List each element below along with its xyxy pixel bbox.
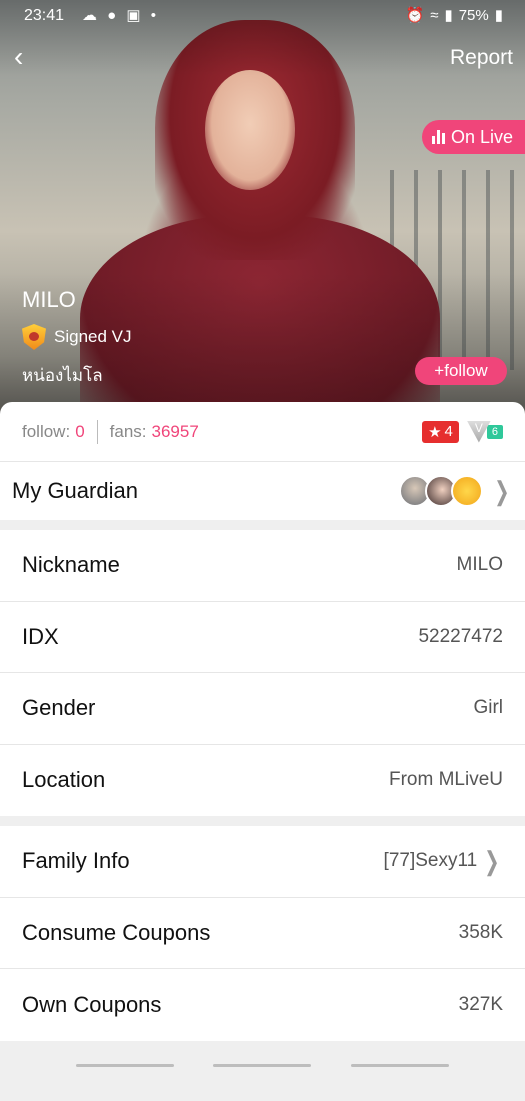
location-value: From MLiveU	[389, 769, 503, 791]
gender-value: Girl	[473, 697, 503, 719]
avatar	[451, 475, 483, 507]
cover-figure-face	[205, 70, 295, 190]
nav-back-handle[interactable]	[351, 1064, 449, 1067]
notification-icons: ☁ ● ▣ •	[82, 6, 159, 24]
section-divider	[0, 520, 525, 530]
idx-row: IDX 52227472	[0, 602, 525, 674]
user-level-value: 4	[445, 423, 453, 440]
vip-badge: V 6	[467, 421, 503, 443]
background-railing	[390, 170, 525, 370]
report-button[interactable]: Report	[450, 46, 513, 70]
location-row: Location From MLiveU	[0, 745, 525, 817]
back-button[interactable]: ‹	[14, 42, 44, 72]
nav-home-handle[interactable]	[213, 1064, 311, 1067]
status-right: ⏰ ≈ ▮ 75% ▮	[406, 6, 503, 24]
guardian-avatars: ❯	[405, 475, 513, 507]
alarm-icon: ⏰	[406, 6, 425, 24]
on-live-label: On Live	[451, 120, 513, 154]
gender-row: Gender Girl	[0, 673, 525, 745]
live-bars-icon	[432, 130, 445, 144]
my-guardian-label: My Guardian	[12, 478, 138, 504]
idx-value: 52227472	[418, 626, 503, 648]
family-info-value: [77]Sexy11	[384, 850, 478, 872]
stats-divider	[97, 420, 98, 444]
family-info-label: Family Info	[22, 848, 130, 874]
consume-coupons-row: Consume Coupons 358K	[0, 898, 525, 970]
vip-level-value: 6	[487, 425, 503, 439]
gender-label: Gender	[22, 695, 95, 721]
status-time: 23:41	[24, 7, 64, 25]
follow-label: follow:	[22, 422, 70, 442]
signed-vj-badge: Signed VJ	[22, 324, 132, 350]
fans-count[interactable]: 36957	[152, 422, 199, 442]
wifi-icon: ≈	[430, 7, 438, 24]
battery-icon: ▮	[495, 6, 503, 24]
battery-percent: 75%	[459, 7, 489, 24]
nickname-row: Nickname MILO	[0, 530, 525, 602]
section-divider	[0, 816, 525, 826]
signal-icon: ▮	[444, 6, 452, 24]
own-coupons-label: Own Coupons	[22, 992, 161, 1018]
idx-label: IDX	[22, 624, 59, 650]
status-bar: 23:41 ☁ ● ▣ • ⏰ ≈ ▮ 75% ▮	[0, 0, 525, 32]
level-badges: ★ 4 V 6	[422, 421, 503, 443]
fans-label: fans:	[110, 422, 147, 442]
shield-icon	[22, 324, 46, 350]
own-coupons-row: Own Coupons 327K	[0, 969, 525, 1041]
profile-name: MILO	[22, 287, 76, 313]
chevron-left-icon: ‹	[14, 41, 23, 72]
follow-button[interactable]: +follow	[415, 357, 507, 385]
signed-vj-label: Signed VJ	[54, 327, 132, 347]
own-coupons-value: 327K	[459, 994, 503, 1016]
family-info-row[interactable]: Family Info [77]Sexy11 ❯	[0, 826, 525, 898]
nickname-label: Nickname	[22, 552, 120, 578]
profile-info-card: follow: 0 fans: 36957 ★ 4 V 6 My Guardia…	[0, 402, 525, 1101]
consume-coupons-label: Consume Coupons	[22, 920, 210, 946]
nickname-value: MILO	[457, 554, 503, 576]
profile-bio: หน่องไมโล	[22, 362, 103, 389]
follow-count[interactable]: 0	[75, 422, 84, 442]
user-level-badge: ★ 4	[422, 421, 459, 443]
my-guardian-row[interactable]: My Guardian ❯	[0, 462, 525, 520]
cover-figure-hair	[155, 20, 355, 260]
nav-recents-handle[interactable]	[76, 1064, 174, 1067]
stats-bar: follow: 0 fans: 36957 ★ 4 V 6	[0, 402, 525, 462]
consume-coupons-value: 358K	[459, 922, 503, 944]
family-info-value-wrap: [77]Sexy11 ❯	[384, 846, 503, 877]
on-live-badge[interactable]: On Live	[422, 120, 525, 154]
location-label: Location	[22, 767, 105, 793]
chevron-right-icon: ❯	[484, 846, 499, 877]
star-icon: ★	[428, 423, 441, 441]
system-nav-bar	[0, 1052, 525, 1080]
cover-figure-body	[80, 215, 440, 420]
chevron-right-icon: ❯	[494, 476, 509, 507]
